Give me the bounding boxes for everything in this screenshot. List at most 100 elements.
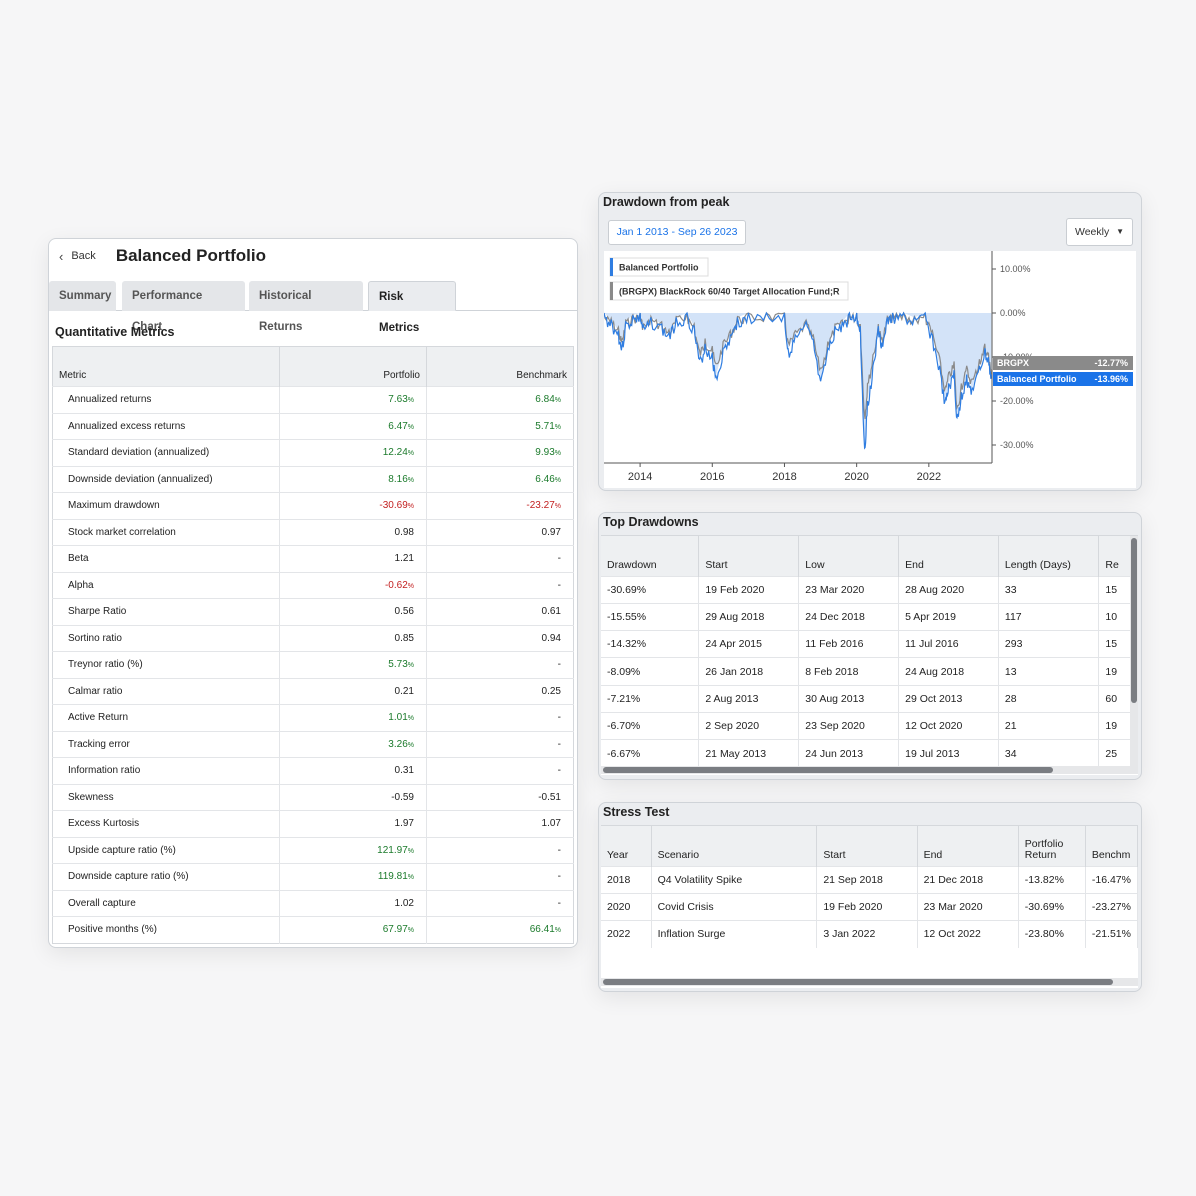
portfolio-value-cell: 1.02 (279, 889, 427, 917)
benchmark-value: - (557, 738, 561, 750)
column-header-metric[interactable]: Metric (52, 346, 280, 387)
column-header[interactable]: Start (698, 536, 800, 576)
vertical-scrollbar-thumb[interactable] (1131, 538, 1137, 703)
back-button[interactable]: ‹ Back (59, 249, 96, 264)
column-header[interactable]: Benchm (1085, 826, 1138, 866)
table-cell: -30.69% (1018, 892, 1086, 921)
legend-color-swatch (610, 282, 613, 300)
table-row: Excess Kurtosis 1.97 1.07 (52, 810, 574, 837)
table-cell: 29 Oct 2013 (898, 684, 999, 713)
metric-name: Sharpe Ratio (52, 598, 280, 625)
tab-summary[interactable]: Summary (49, 281, 116, 311)
metric-name: Positive months (%) (52, 916, 280, 943)
table-row[interactable]: 2020 Covid Crisis 19 Feb 2020 23 Mar 2020 -3… (601, 892, 1138, 921)
table-row: Skewness -0.59 -0.51 (52, 783, 574, 811)
table-row[interactable]: -8.09% 26 Jan 2018 8 Feb 2018 24 Aug 2018 13… (601, 657, 1138, 686)
tab-performance-chart[interactable]: Performance Chart (122, 281, 245, 333)
stress-test-body: 2018 Q4 Volatility Spike 21 Sep 2018 21 Dec… (601, 865, 1138, 948)
column-header[interactable]: Drawdown (601, 536, 700, 576)
column-header[interactable]: Portfolio Return (1018, 826, 1086, 866)
table-row[interactable]: -6.67% 21 May 2013 24 Jun 2013 19 Jul 2013 3… (601, 739, 1138, 768)
portfolio-unit: % (407, 397, 414, 405)
benchmark-value-cell: - (426, 757, 574, 784)
horizontal-scrollbar[interactable] (601, 766, 1138, 774)
table-cell: 12 Oct 2020 (898, 711, 999, 740)
benchmark-value-cell: 1.07 (426, 810, 574, 837)
table-row: Stock market correlation 0.98 0.97 (52, 518, 574, 546)
benchmark-value: - (557, 712, 561, 724)
table-cell: 19 Feb 2020 (698, 575, 800, 604)
table-cell: 21 (998, 711, 1100, 740)
legend-item-label[interactable]: Balanced Portfolio (619, 263, 699, 273)
benchmark-value-cell: - (426, 836, 574, 864)
table-cell: 33 (998, 575, 1100, 604)
benchmark-unit: % (554, 503, 561, 511)
horizontal-scrollbar[interactable] (601, 978, 1138, 986)
portfolio-unit: % (407, 715, 414, 723)
table-cell: 2020 (601, 892, 652, 921)
portfolio-value-cell: 7.63% (279, 386, 427, 413)
horizontal-scrollbar-thumb[interactable] (603, 767, 1053, 773)
table-row[interactable]: -6.70% 2 Sep 2020 23 Sep 2020 12 Oct 2020 21… (601, 711, 1138, 740)
column-header[interactable]: Length (Days) (998, 536, 1100, 576)
portfolio-value-cell: -0.62% (279, 571, 427, 599)
table-cell: 23 Mar 2020 (917, 892, 1019, 921)
benchmark-value: -23.27 (526, 500, 555, 512)
tab-risk-metrics[interactable]: Risk Metrics (368, 281, 456, 334)
table-cell: -7.21% (601, 684, 700, 713)
table-header-row: Metric Portfolio Benchmark (52, 346, 574, 387)
column-header[interactable]: End (898, 536, 999, 576)
metric-name: Downside deviation (annualized) (52, 465, 280, 493)
caret-down-icon: ▼ (1116, 227, 1124, 236)
benchmark-value: - (557, 765, 561, 777)
portfolio-value-cell: 12.24% (279, 439, 427, 466)
portfolio-value-cell: -30.69% (279, 492, 427, 519)
table-row[interactable]: 2022 Inflation Surge 3 Jan 2022 12 Oct 2022… (601, 920, 1138, 948)
portfolio-value: 8.16 (388, 473, 408, 485)
portfolio-value: 6.47 (388, 420, 408, 432)
legend-item-label[interactable]: (BRGPX) BlackRock 60/40 Target Allocatio… (619, 287, 840, 297)
table-row[interactable]: -15.55% 29 Aug 2018 24 Dec 2018 5 Apr 2019 1… (601, 602, 1138, 631)
benchmark-value-cell: -23.27% (426, 492, 574, 519)
stress-test-title: Stress Test (603, 805, 670, 819)
benchmark-value-cell: -0.51 (426, 783, 574, 811)
y-tick-label: -20.00% (1000, 396, 1034, 406)
column-header[interactable]: Year (601, 826, 652, 866)
metric-name: Alpha (52, 571, 280, 599)
table-cell: 5 Apr 2019 (898, 602, 999, 631)
table-cell: -14.32% (601, 630, 700, 658)
metric-name: Skewness (52, 783, 280, 811)
table-row[interactable]: -30.69% 19 Feb 2020 23 Mar 2020 28 Aug 2020… (601, 575, 1138, 604)
column-header-benchmark[interactable]: Benchmark (426, 346, 574, 387)
x-tick-label: 2020 (844, 471, 868, 483)
portfolio-value: 67.97 (382, 924, 408, 936)
column-header-portfolio[interactable]: Portfolio (279, 346, 427, 387)
portfolio-value: -0.59 (391, 791, 414, 803)
metric-name: Beta (52, 545, 280, 572)
chart-plot-area[interactable]: 10.00%0.00%-10.00%-20.00%-30.00%20142016… (604, 251, 1136, 488)
tab-historical-returns[interactable]: Historical Returns (249, 281, 363, 333)
column-header[interactable]: End (917, 826, 1019, 866)
horizontal-scrollbar-thumb[interactable] (603, 979, 1113, 985)
benchmark-unit: % (554, 450, 561, 458)
column-header[interactable]: Low (798, 536, 900, 576)
table-row[interactable]: 2018 Q4 Volatility Spike 21 Sep 2018 21 Dec… (601, 865, 1138, 894)
column-header[interactable]: Start (816, 826, 918, 866)
date-range-button[interactable]: Jan 1 2013 - Sep 26 2023 (608, 220, 746, 245)
portfolio-value: 119.81 (377, 871, 408, 883)
table-cell: -13.82% (1018, 865, 1086, 894)
table-cell: -30.69% (601, 575, 700, 604)
portfolio-value: 0.31 (394, 765, 414, 777)
column-header[interactable]: Scenario (651, 826, 818, 866)
frequency-dropdown[interactable]: Weekly ▼ (1066, 218, 1133, 246)
table-cell: 30 Aug 2013 (798, 684, 900, 713)
table-row[interactable]: -14.32% 24 Apr 2015 11 Feb 2016 11 Jul 2016… (601, 630, 1138, 658)
vertical-scrollbar[interactable] (1130, 536, 1138, 766)
table-cell: -16.47% (1085, 865, 1138, 894)
table-cell: -23.80% (1018, 920, 1086, 948)
drawdown-chart: 10.00%0.00%-10.00%-20.00%-30.00%20142016… (604, 251, 1133, 483)
portfolio-value: 121.97 (377, 844, 408, 856)
metric-name: Active Return (52, 704, 280, 731)
table-cell: 8 Feb 2018 (798, 657, 900, 686)
table-row[interactable]: -7.21% 2 Aug 2013 30 Aug 2013 29 Oct 2013 28… (601, 684, 1138, 713)
